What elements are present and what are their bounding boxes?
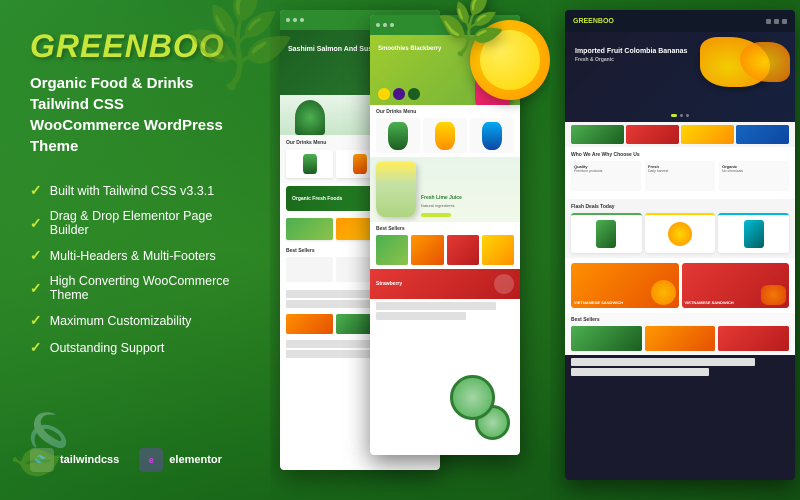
lemon-fruit	[378, 88, 390, 100]
partner-logos: tailwindcss e elementor	[30, 448, 240, 472]
features-list: ✓ Built with Tailwind CSS v3.3.1 ✓ Drag …	[30, 177, 240, 428]
sandwich-section: VIETNAMESE SANDWICH VIETNAMESE SANDWICH	[565, 258, 795, 313]
sandwich-item-2: VIETNAMESE SANDWICH	[682, 263, 790, 308]
list-item: ✓ High Converting WooCommerce Theme	[30, 269, 240, 307]
product-item	[286, 150, 333, 178]
brand-logo: GREENBOO	[30, 28, 240, 65]
list-item: ✓ Outstanding Support	[30, 334, 240, 361]
drink-item	[423, 118, 467, 153]
right-preview-header: GREENBOO	[565, 10, 795, 32]
tailwind-icon	[30, 448, 54, 472]
tagline: Organic Food & Drinks Tailwind CSS WooCo…	[30, 73, 240, 157]
list-item: ✓ Multi-Headers & Multi-Footers	[30, 242, 240, 269]
header-dot	[782, 19, 787, 24]
flash-item	[718, 213, 789, 253]
check-icon: ✓	[30, 339, 42, 356]
nav-dot	[300, 18, 304, 22]
list-item: ✓ Built with Tailwind CSS v3.3.1	[30, 177, 240, 204]
sandwich-item-1: VIETNAMESE SANDWICH	[571, 263, 679, 308]
nav-dot	[286, 18, 290, 22]
lime-slice-1	[450, 375, 495, 420]
header-dots	[766, 19, 787, 24]
check-icon: ✓	[30, 247, 42, 264]
iced-drink-section: Fresh Lime Juice Natural ingredients	[370, 157, 520, 222]
info-box: Organic No chemicals	[719, 161, 789, 191]
check-icon: ✓	[30, 215, 42, 232]
drink-item	[376, 118, 420, 153]
right-panel: GREENBOO Imported Fruit Colombia Bananas…	[550, 0, 800, 500]
preview-right-site: GREENBOO Imported Fruit Colombia Bananas…	[565, 10, 795, 480]
flash-item	[645, 213, 716, 253]
flash-item	[571, 213, 642, 253]
berry-fruit	[393, 88, 405, 100]
row-product	[286, 218, 333, 240]
tailwindcss-logo: tailwindcss	[30, 448, 119, 472]
drinks-menu: Our Drinks Menu	[370, 105, 520, 157]
iced-drink-img	[376, 162, 416, 217]
header-dot	[766, 19, 771, 24]
info-box: Fresh Daily harvest	[645, 161, 715, 191]
header-dot	[774, 19, 779, 24]
check-icon: ✓	[30, 280, 42, 297]
lime-fruit	[408, 88, 420, 100]
list-item: ✓ Maximum Customizability	[30, 307, 240, 334]
list-item: ✓ Drag & Drop Elementor Page Builder	[30, 204, 240, 242]
flash-deals: Flash Deals Today	[565, 199, 795, 258]
check-icon: ✓	[30, 312, 42, 329]
info-box: Quality Premium products	[571, 161, 641, 191]
elementor-icon: e	[139, 448, 163, 472]
nav-dot	[293, 18, 297, 22]
main-container: 🌿 🍃 GREENBOO Organic Food & Drinks Tailw…	[0, 0, 800, 500]
right-hero-title: Imported Fruit Colombia Bananas Fresh & …	[575, 47, 687, 64]
hero-text: Sashimi Salmon And Sushi	[288, 45, 378, 55]
drink-item	[470, 118, 514, 153]
elementor-logo: e elementor	[139, 448, 222, 472]
check-icon: ✓	[30, 182, 42, 199]
right-hero: Imported Fruit Colombia Bananas Fresh & …	[565, 32, 795, 122]
middle-panel: 🌿 Sashimi Salmon And Sushi Who Are We Fr…	[270, 0, 550, 500]
right-why-section: Who We Are Why Choose Us Quality Premium…	[565, 147, 795, 199]
fruit-items	[378, 88, 420, 100]
left-panel: 🌿 🍃 GREENBOO Organic Food & Drinks Tailw…	[0, 0, 270, 500]
